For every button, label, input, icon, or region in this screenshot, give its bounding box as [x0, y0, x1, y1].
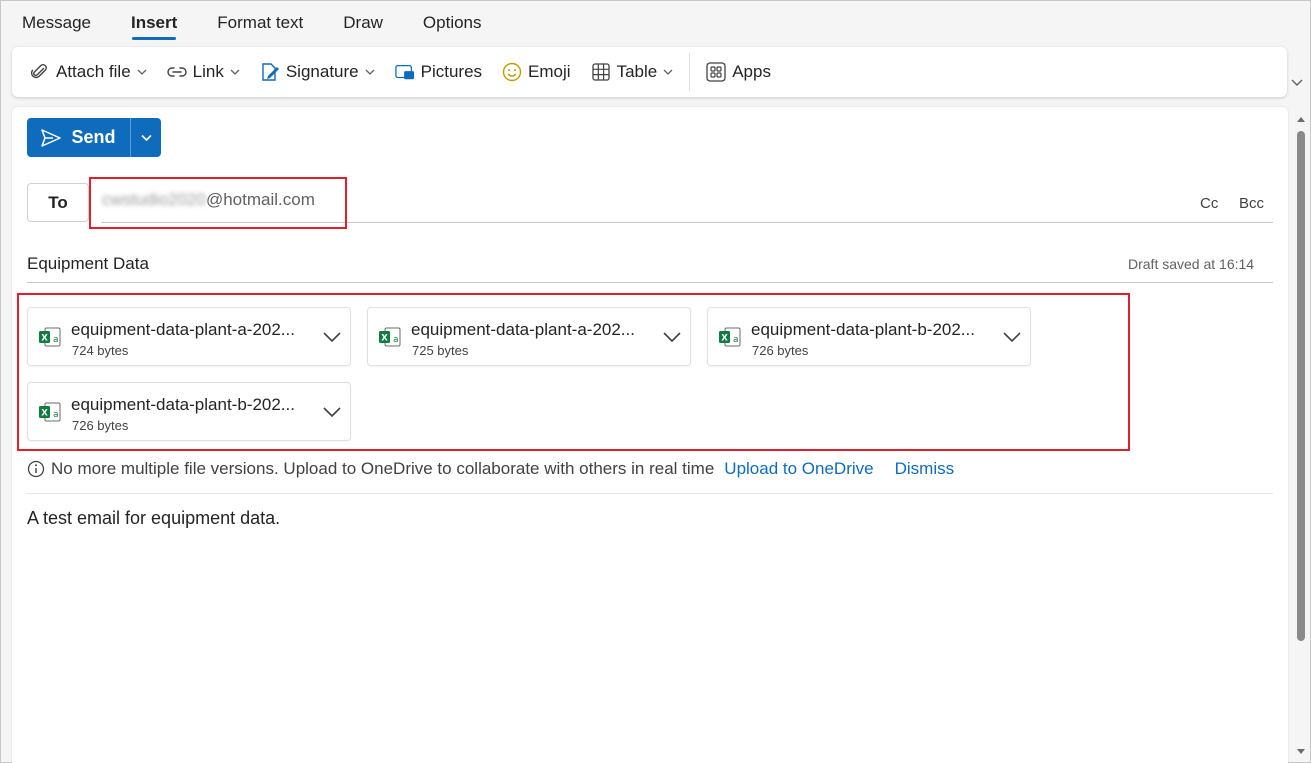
bcc-button[interactable]: Bcc — [1239, 195, 1264, 212]
compose-pane: Send To cwstudio2020 @hotmail.com Cc Bcc… — [12, 107, 1288, 763]
tab-insert[interactable]: Insert — [120, 1, 188, 45]
subject-underline — [27, 282, 1273, 283]
pictures-icon — [394, 62, 415, 82]
apps-button[interactable]: Apps — [698, 54, 779, 90]
tab-draw[interactable]: Draw — [332, 1, 394, 45]
chevron-down-icon — [140, 134, 152, 141]
signature-icon — [260, 62, 280, 82]
apps-label: Apps — [732, 62, 771, 81]
tab-message[interactable]: Message — [11, 1, 102, 45]
signature-label: Signature — [285, 62, 359, 81]
app-window: Message Insert Format text Draw Options … — [0, 0, 1311, 763]
emoji-button[interactable]: Emoji — [494, 54, 579, 90]
info-icon — [27, 460, 45, 478]
table-icon — [591, 62, 611, 82]
paperclip-icon — [30, 62, 50, 82]
info-message: No more multiple file versions. Upload t… — [51, 459, 715, 478]
chevron-down-icon — [137, 67, 147, 77]
send-icon — [41, 128, 62, 147]
tab-format-text[interactable]: Format text — [206, 1, 314, 45]
to-button[interactable]: To — [27, 183, 89, 222]
cc-button[interactable]: Cc — [1200, 195, 1218, 212]
signature-button[interactable]: Signature — [252, 54, 383, 90]
ribbon-divider — [689, 53, 691, 91]
ribbon-tabs: Message Insert Format text Draw Options — [1, 1, 511, 45]
emoji-label: Emoji — [528, 62, 571, 81]
ribbon-toolbar: Attach file Link Signature Pictures Emoj… — [12, 47, 1287, 97]
link-button[interactable]: Link — [159, 54, 248, 90]
send-label: Send — [71, 127, 116, 147]
send-button[interactable]: Send — [27, 118, 130, 157]
table-label: Table — [616, 62, 658, 81]
attachments-highlight-box — [17, 293, 1130, 451]
pictures-button[interactable]: Pictures — [387, 54, 490, 90]
scrollbar-thumb[interactable] — [1297, 131, 1305, 641]
scroll-up-icon[interactable] — [1297, 116, 1305, 124]
onedrive-info-bar: No more multiple file versions. Upload t… — [27, 459, 954, 479]
chevron-down-icon — [230, 67, 240, 77]
send-options-button[interactable] — [131, 118, 161, 157]
pictures-label: Pictures — [420, 62, 483, 81]
info-divider — [27, 493, 1273, 494]
send-split-button: Send — [27, 118, 161, 157]
scroll-down-icon[interactable] — [1297, 747, 1305, 755]
link-icon — [166, 62, 187, 82]
upload-to-onedrive-link[interactable]: Upload to OneDrive — [724, 459, 873, 479]
tab-options[interactable]: Options — [412, 1, 493, 45]
attach-file-label: Attach file — [56, 62, 131, 81]
dismiss-link[interactable]: Dismiss — [895, 459, 955, 479]
emoji-icon — [502, 62, 522, 82]
message-body[interactable]: A test email for equipment data. — [27, 508, 280, 529]
attach-file-button[interactable]: Attach file — [22, 54, 155, 90]
draft-status: Draft saved at 16:14 — [1128, 256, 1255, 272]
table-button[interactable]: Table — [583, 54, 682, 90]
chevron-down-icon — [663, 67, 673, 77]
subject-field[interactable]: Equipment Data — [27, 254, 149, 274]
ribbon-expand-chevron-icon[interactable] — [1290, 75, 1308, 93]
link-label: Link — [192, 62, 224, 81]
recipient-highlight-box — [89, 177, 347, 229]
chevron-down-icon — [365, 67, 375, 77]
apps-icon — [706, 62, 726, 82]
